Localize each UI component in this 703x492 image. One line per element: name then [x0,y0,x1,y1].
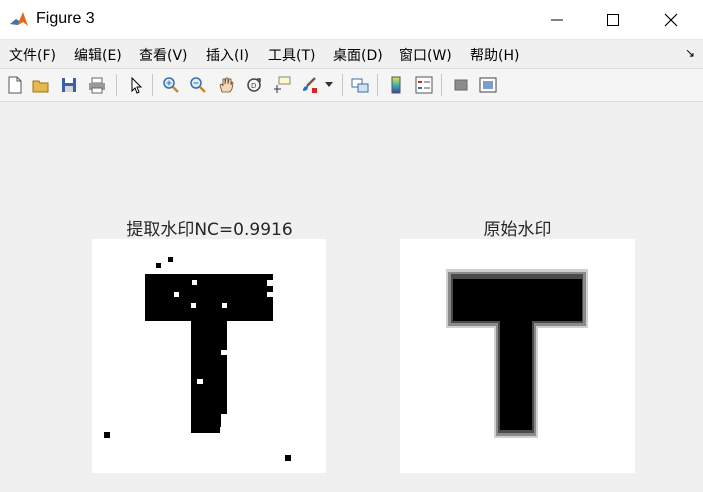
dock-arrow-icon[interactable]: ↘ [685,46,695,60]
menu-tools[interactable]: 工具(T) [268,45,315,65]
hide-plot-tools-icon[interactable] [450,74,472,96]
original-watermark-image [400,239,635,473]
save-icon[interactable] [58,74,80,96]
toolbar-separator [377,74,378,96]
zoom-out-icon[interactable] [187,74,209,96]
new-figure-icon[interactable] [4,74,26,96]
close-button[interactable] [642,0,700,40]
minimize-icon [551,19,563,21]
title-bar: Figure 3 [0,0,703,40]
menu-help[interactable]: 帮助(H) [470,45,519,65]
pointer-icon[interactable] [125,74,147,96]
menu-bar: 文件(F) 编辑(E) 查看(V) 插入(I) 工具(T) 桌面(D) 窗口(W… [0,40,703,68]
extracted-watermark-image [92,239,326,473]
toolbar-separator [441,74,442,96]
extracted-watermark-title: 提取水印NC=0.9916 [126,220,293,240]
menu-file[interactable]: 文件(F) [9,45,56,65]
extracted-watermark-axes[interactable] [92,239,326,473]
data-cursor-icon[interactable] [271,74,293,96]
matlab-logo-icon [9,10,29,30]
legend-icon[interactable] [413,74,435,96]
zoom-in-icon[interactable] [160,74,182,96]
figure-canvas: 提取水印NC=0.9916 原始水印 [0,102,703,492]
print-icon[interactable] [86,74,108,96]
original-watermark-axes[interactable] [400,239,635,473]
show-plot-tools-icon[interactable] [477,74,499,96]
maximize-icon [607,14,619,26]
toolbar-separator [342,74,343,96]
window-title: Figure 3 [36,10,95,27]
menu-edit[interactable]: 编辑(E) [74,45,122,65]
svg-text:D: D [251,82,256,90]
menu-view[interactable]: 查看(V) [139,45,188,65]
open-file-icon[interactable] [30,74,52,96]
toolbar-separator [116,74,117,96]
colorbar-icon[interactable] [385,74,407,96]
figure-toolbar: D [0,68,703,102]
link-plot-icon[interactable] [349,74,371,96]
minimize-button[interactable] [528,0,586,40]
brush-dropdown-icon[interactable] [322,74,336,96]
pan-icon[interactable] [215,74,237,96]
close-icon [664,13,678,27]
brush-icon[interactable] [298,74,320,96]
original-watermark-title: 原始水印 [483,220,552,240]
maximize-button[interactable] [584,0,642,40]
toolbar-separator [152,74,153,96]
menu-insert[interactable]: 插入(I) [206,45,249,65]
menu-window[interactable]: 窗口(W) [399,45,452,65]
menu-desktop[interactable]: 桌面(D) [333,45,383,65]
rotate-3d-icon[interactable]: D [243,74,265,96]
